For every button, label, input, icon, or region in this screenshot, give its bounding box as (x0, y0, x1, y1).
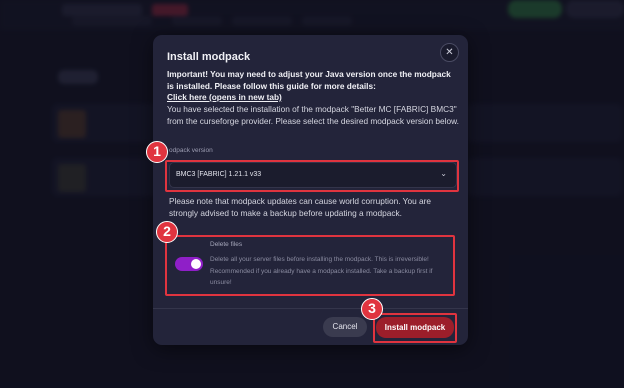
dialog-title: Install modpack (167, 51, 251, 63)
highlight-box-delete-files (165, 235, 455, 296)
step-badge-3: 3 (361, 298, 383, 320)
update-warning-note: Please note that modpack updates can cau… (169, 196, 431, 218)
cancel-button[interactable]: Cancel (323, 317, 367, 337)
highlight-box-install (373, 313, 457, 343)
close-button[interactable]: ✕ (440, 43, 459, 62)
guide-link[interactable]: Click here (opens in new tab) (167, 92, 282, 102)
footer-divider (153, 308, 468, 309)
java-warning: Important! You may need to adjust your J… (167, 69, 451, 91)
version-label: odpack version (169, 147, 213, 154)
step-badge-1: 1 (146, 141, 168, 163)
step-badge-2: 2 (156, 221, 178, 243)
modpack-description: You have selected the installation of th… (167, 104, 459, 126)
highlight-box-version (165, 160, 459, 192)
close-icon: ✕ (445, 47, 454, 58)
